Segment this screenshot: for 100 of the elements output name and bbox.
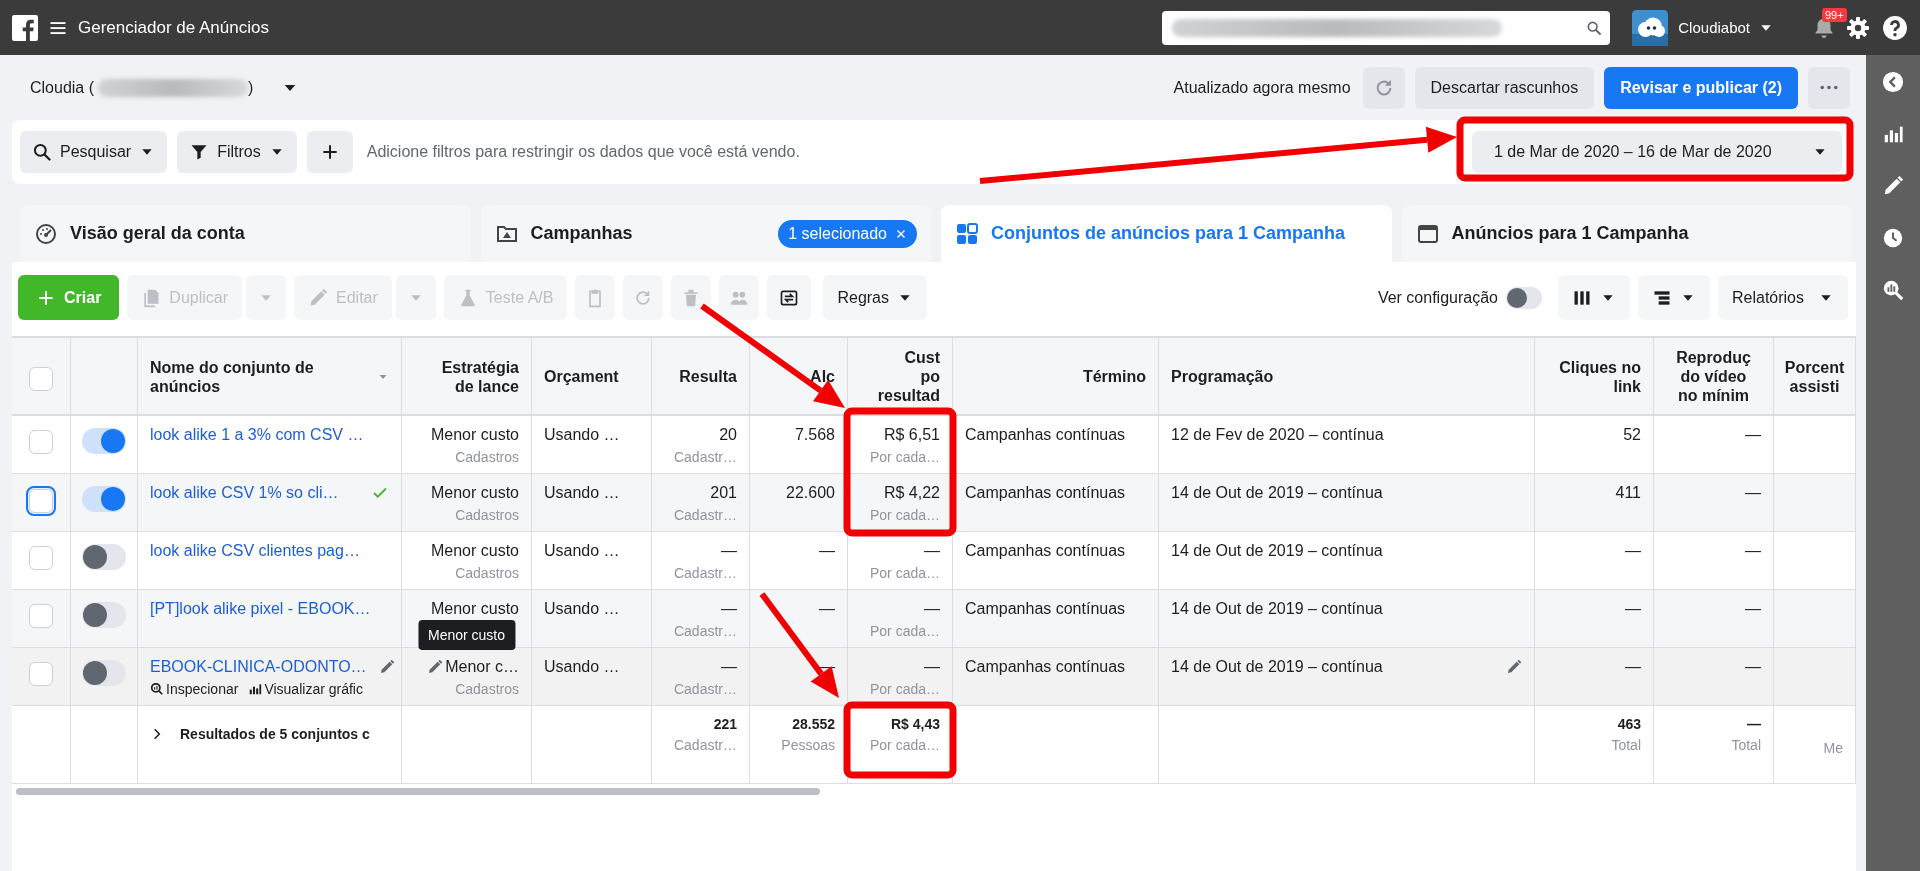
tab[interactable]: Visão geral da conta xyxy=(20,205,471,262)
account-name: ) xyxy=(248,78,254,97)
selection-count: 1 selecionado xyxy=(788,224,887,243)
cell-text: — xyxy=(1625,600,1641,618)
cell-subtext: Pessoas xyxy=(781,737,835,753)
cell-text: Menor custo xyxy=(430,542,519,560)
cell-subtext: Por cada… xyxy=(869,507,940,523)
cell-subtext: Por cada… xyxy=(869,449,940,465)
cell-subtext: Total xyxy=(1611,737,1641,753)
cell-subtext: Por cada… xyxy=(869,623,940,639)
column-header[interactable]: Reproduç do vídeo no mínim xyxy=(1676,348,1751,406)
cell-subtext: Me xyxy=(1823,740,1843,756)
cell-text: 14 de Out de 2019 – contínua xyxy=(1171,542,1383,560)
cell-subtext: Cadastros xyxy=(455,507,519,523)
tab[interactable]: Conjuntos de anúncios para 1 Campanha xyxy=(941,205,1392,262)
cell-subtext: Cadastr… xyxy=(673,507,737,523)
account-name: Cloudia ( xyxy=(30,78,95,97)
view-setting-label: Ver configuração xyxy=(1377,288,1498,307)
cell-text: — xyxy=(924,658,940,676)
cell-subtext: Cadastr… xyxy=(673,565,737,581)
cell-text: — xyxy=(1745,542,1761,560)
column-header[interactable]: Resulta xyxy=(679,367,737,387)
discard-button[interactable]: Descartar rascunhos xyxy=(1414,66,1595,109)
cell-text: — xyxy=(1745,484,1761,502)
cell-text: — xyxy=(924,542,940,560)
cell-text: — xyxy=(721,600,737,618)
cell-text: 20 xyxy=(719,426,737,444)
cell-text: R$ 4,22 xyxy=(883,484,940,502)
cell-text: — xyxy=(924,600,940,618)
totals-label: Resultados de 5 conjuntos c xyxy=(180,726,370,742)
cell-subtext: Por cada… xyxy=(869,565,940,581)
cell-text: — xyxy=(1745,600,1761,618)
ad-set-link[interactable]: [PT]look alike pixel - EBOOK… xyxy=(150,600,371,618)
ad-set-link[interactable]: look alike CSV 1% so cli… xyxy=(150,484,339,502)
tooltip: Menor custo xyxy=(418,620,515,650)
ad-set-link[interactable]: look alike 1 a 3% com CSV … xyxy=(150,426,364,444)
total-value: — xyxy=(1747,716,1761,732)
column-header[interactable]: Cliques no link xyxy=(1559,357,1641,396)
tab[interactable]: Campanhas 1 selecionado xyxy=(480,205,931,262)
cell-text: Usando … xyxy=(544,600,620,618)
rules-button[interactable]: Regras xyxy=(823,275,927,320)
cell-text: Campanhas contínuas xyxy=(965,484,1126,502)
cell-text: 22.600 xyxy=(786,484,835,502)
total-value: 221 xyxy=(713,716,737,732)
cell-text: — xyxy=(721,658,737,676)
reports-button[interactable]: Relatórios xyxy=(1717,275,1848,320)
cell-subtext: Cadastr… xyxy=(673,623,737,639)
column-header[interactable]: Cust po resultad xyxy=(877,348,940,406)
cell-text: Menor custo xyxy=(430,426,519,444)
total-value: 28.552 xyxy=(792,716,835,732)
cell-subtext: Cadastros xyxy=(455,681,519,697)
cell-subtext: Cadastros xyxy=(455,449,519,465)
cell-text: Usando … xyxy=(544,426,620,444)
cell-text: Menor custo xyxy=(430,484,519,502)
column-header[interactable]: Alc xyxy=(810,367,835,387)
action-link[interactable]: Inspecionar xyxy=(150,681,239,697)
action-link[interactable]: Visualizar gráfic xyxy=(248,681,363,697)
cell-text: 12 de Fev de 2020 – contínua xyxy=(1171,426,1384,444)
filter-bar[interactable]: Pesquisar Filtros Adicione filtros para restringir os dados que você está vendo. 1 de Mar de 2020 – 16 de Mar de 2020 xyxy=(12,120,1850,184)
ad-set-link[interactable]: EBOOK-CLINICA-ODONTO… xyxy=(150,658,367,676)
column-header[interactable]: Término xyxy=(1082,367,1146,387)
cell-text: — xyxy=(721,542,737,560)
column-header[interactable]: Orçament xyxy=(544,367,619,387)
cell-text: — xyxy=(1745,658,1761,676)
cell-text: Campanhas contínuas xyxy=(965,658,1126,676)
cell-text: Usando … xyxy=(544,658,620,676)
cell-subtext: Por cada… xyxy=(869,737,940,753)
cell-subtext: Cadastros xyxy=(455,565,519,581)
tab[interactable]: Anúncios para 1 Campanha xyxy=(1401,205,1852,262)
date-range-button[interactable]: 1 de Mar de 2020 – 16 de Mar de 2020 xyxy=(1472,131,1842,173)
cell-text: — xyxy=(819,600,835,618)
cell-text: 411 xyxy=(1615,484,1641,502)
notification-badge: 99+ xyxy=(1822,7,1847,22)
cell-subtext: Cadastr… xyxy=(673,737,737,753)
cell-text: Menor custo xyxy=(430,600,519,618)
cell-text: — xyxy=(819,658,835,676)
cell-text: 14 de Out de 2019 – contínua xyxy=(1171,658,1383,676)
column-header[interactable]: Porcent assisti xyxy=(1784,357,1845,396)
cell-text: — xyxy=(819,542,835,560)
cell-text: 7.568 xyxy=(794,426,835,444)
ad-set-link[interactable]: look alike CSV clientes pag… xyxy=(150,542,360,560)
total-value: 463 xyxy=(1617,716,1641,732)
cell-text: Campanhas contínuas xyxy=(965,600,1126,618)
filters-button[interactable]: Filtros xyxy=(177,131,297,173)
filter-field[interactable]: Adicione filtros para restringir os dados que você está vendo. xyxy=(366,132,827,172)
cell-text: 52 xyxy=(1623,426,1641,444)
cell-text: Menor c… xyxy=(445,658,519,676)
cell-text: — xyxy=(1745,426,1761,444)
column-header[interactable]: Programação xyxy=(1171,367,1274,387)
search-button[interactable]: Pesquisar xyxy=(20,131,168,173)
cell-subtext: Cadastr… xyxy=(673,449,737,465)
cell-text: 14 de Out de 2019 – contínua xyxy=(1171,600,1383,618)
user-name[interactable]: Cloudiabot xyxy=(1678,19,1750,36)
total-value: R$ 4,43 xyxy=(890,716,940,732)
cell-subtext: Total xyxy=(1731,737,1761,753)
column-header[interactable]: Nome do conjunto de anúncios xyxy=(150,357,372,396)
cell-subtext: Por cada… xyxy=(869,681,940,697)
cell-text: 201 xyxy=(710,484,737,502)
publish-button[interactable]: Revisar e publicar (2) xyxy=(1604,66,1798,109)
column-header[interactable]: Estratégia de lance xyxy=(441,357,519,396)
